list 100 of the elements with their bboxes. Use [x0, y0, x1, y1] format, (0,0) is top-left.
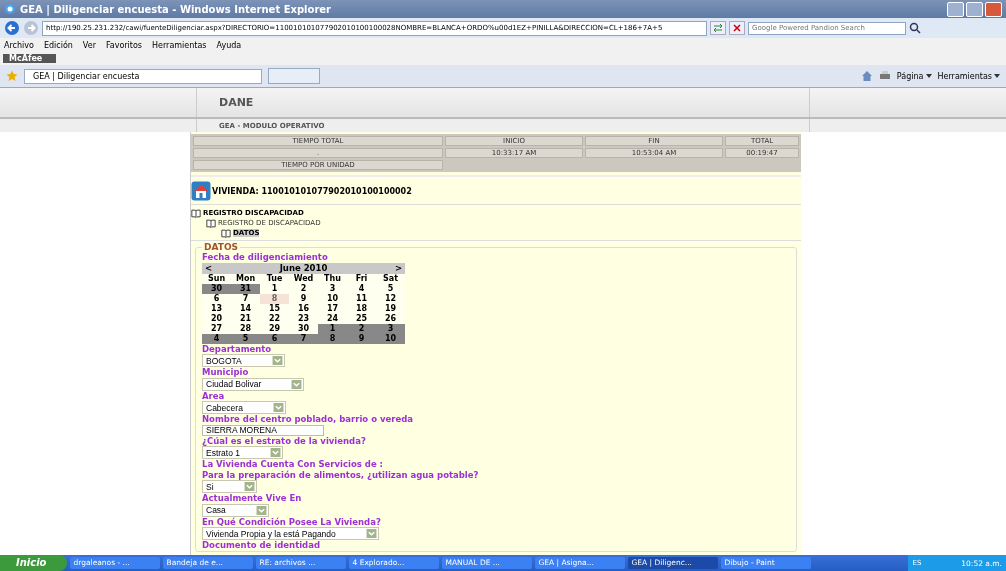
- calendar-day[interactable]: 20: [202, 313, 231, 324]
- dropdown-arrow-icon[interactable]: [271, 356, 283, 365]
- calendar-day[interactable]: 8: [260, 293, 289, 304]
- calendar-day[interactable]: 9: [289, 293, 318, 304]
- calendar-day[interactable]: 2: [347, 323, 376, 334]
- tools-menu-button[interactable]: Herramientas: [937, 71, 992, 81]
- calendar-day[interactable]: 16: [289, 303, 318, 314]
- calendar-day[interactable]: 5: [231, 333, 260, 344]
- dropdown[interactable]: BOGOTA: [202, 354, 285, 367]
- search-icon[interactable]: [909, 22, 921, 34]
- calendar-day[interactable]: 10: [318, 293, 347, 304]
- dropdown[interactable]: Si: [202, 480, 257, 493]
- favorites-star-icon[interactable]: [6, 70, 18, 82]
- calendar-day[interactable]: 7: [289, 333, 318, 344]
- previous-month-button[interactable]: <: [205, 263, 213, 273]
- printer-icon[interactable]: [878, 70, 891, 82]
- dropdown-arrow-icon[interactable]: [272, 403, 284, 412]
- field-label: La Vivienda Cuenta Con Servicios de :: [202, 459, 383, 470]
- calendar-day[interactable]: 7: [231, 293, 260, 304]
- calendar-day[interactable]: 19: [376, 303, 405, 314]
- close-button[interactable]: [985, 1, 1002, 17]
- refresh-icon[interactable]: [710, 21, 726, 35]
- caret-icon[interactable]: [925, 74, 932, 78]
- calendar-day[interactable]: 27: [202, 323, 231, 334]
- weekday-label: Tue: [265, 273, 284, 284]
- calendar-day[interactable]: 5: [376, 283, 405, 294]
- menu-item[interactable]: Ayuda: [216, 40, 242, 50]
- calendar-day[interactable]: 11: [347, 293, 376, 304]
- calendar-day[interactable]: 22: [260, 313, 289, 324]
- weekday-label: Sun: [206, 273, 227, 284]
- calendar-day[interactable]: 30: [289, 323, 318, 334]
- dwelling-id: VIVIENDA: 110010101077902010100100002: [212, 186, 412, 196]
- caret-icon[interactable]: [994, 74, 1000, 78]
- calendar-day[interactable]: 6: [202, 293, 231, 304]
- calendar-day[interactable]: 18: [347, 303, 376, 314]
- field-label: ¿Cúal es el estrato de la vivienda?: [202, 435, 366, 446]
- menu-item[interactable]: Favoritos: [105, 40, 143, 50]
- input-field[interactable]: SIERRA MORENA: [202, 424, 324, 436]
- maximize-button[interactable]: [966, 1, 983, 17]
- calendar-day[interactable]: 28: [231, 323, 260, 334]
- field-label: Departamento: [202, 343, 272, 354]
- calendar-day[interactable]: 14: [231, 303, 260, 314]
- next-month-button[interactable]: >: [394, 263, 402, 273]
- calendar-day[interactable]: 3: [376, 323, 405, 334]
- start-button[interactable]: Inicio: [0, 555, 67, 571]
- field-label: En Qué Condición Posee La Vivienda?: [202, 516, 381, 527]
- menu-item[interactable]: Archivo: [4, 40, 34, 50]
- dropdown-arrow-icon[interactable]: [243, 482, 255, 491]
- dropdown-arrow-icon[interactable]: [291, 379, 303, 389]
- dropdown[interactable]: Estrato 1: [202, 446, 284, 459]
- dropdown[interactable]: Ciudad Bolivar: [202, 377, 305, 391]
- menu-item[interactable]: Edición: [43, 40, 73, 50]
- calendar-day[interactable]: 1: [260, 283, 289, 294]
- site-title: DANE: [219, 96, 254, 109]
- calendar-day[interactable]: 3: [318, 283, 347, 294]
- calendar-day[interactable]: 1: [318, 323, 347, 334]
- stop-icon[interactable]: [729, 21, 745, 35]
- back-icon[interactable]: [4, 20, 20, 36]
- field-label: Documento de identidad: [202, 540, 321, 551]
- browser-tab[interactable]: GEA | Diligenciar encuesta: [24, 68, 262, 84]
- calendar-day[interactable]: 31: [231, 283, 260, 294]
- calendar-day[interactable]: 17: [318, 303, 347, 314]
- month-title: June 2010: [279, 263, 328, 273]
- dropdown[interactable]: Vivienda Propia y la está Pagando: [202, 527, 379, 540]
- calendar-day[interactable]: 4: [202, 333, 231, 344]
- dropdown-arrow-icon[interactable]: [270, 448, 282, 457]
- dropdown[interactable]: Casa: [202, 503, 269, 517]
- weekday-label: Thu: [323, 273, 342, 284]
- menu-item[interactable]: Ver: [82, 40, 96, 50]
- calendar-day[interactable]: 21: [231, 313, 260, 324]
- calendar-day[interactable]: 4: [347, 283, 376, 294]
- book-icon: [191, 208, 201, 218]
- calendar-day[interactable]: 15: [260, 303, 289, 314]
- calendar-day[interactable]: 23: [289, 313, 318, 324]
- calendar-day[interactable]: 12: [376, 293, 405, 304]
- calendar-day[interactable]: 2: [289, 283, 318, 294]
- field-label: Para la preparación de alimentos, ¿utilizan agua potable?: [202, 469, 479, 480]
- calendar-day[interactable]: 26: [376, 313, 405, 324]
- weekday-label: Mon: [234, 273, 257, 284]
- house-icon: [191, 181, 211, 201]
- field-label: Nombre del centro poblado, barrio o vereda: [202, 414, 413, 425]
- calendar-day[interactable]: 10: [376, 333, 405, 344]
- calendar-day[interactable]: 6: [260, 333, 289, 344]
- section-title: DATOS: [203, 243, 239, 252]
- page-menu-button[interactable]: Página: [896, 71, 924, 81]
- dropdown-arrow-icon[interactable]: [255, 505, 267, 515]
- mcafee-button[interactable]: McAfee: [3, 54, 57, 63]
- minimize-button[interactable]: [947, 1, 964, 17]
- calendar-day[interactable]: 8: [318, 333, 347, 344]
- calendar-day[interactable]: 29: [260, 323, 289, 334]
- home-icon[interactable]: [860, 70, 873, 82]
- new-tab-button[interactable]: [268, 68, 320, 84]
- dropdown[interactable]: Cabecera: [202, 401, 286, 414]
- calendar-day[interactable]: 9: [347, 333, 376, 344]
- menu-item[interactable]: Herramientas: [152, 40, 207, 50]
- calendar-day[interactable]: 13: [202, 303, 231, 314]
- calendar-day[interactable]: 25: [347, 313, 376, 324]
- dropdown-arrow-icon[interactable]: [365, 529, 377, 538]
- calendar-day[interactable]: 24: [318, 313, 347, 324]
- calendar-day[interactable]: 30: [202, 283, 231, 294]
